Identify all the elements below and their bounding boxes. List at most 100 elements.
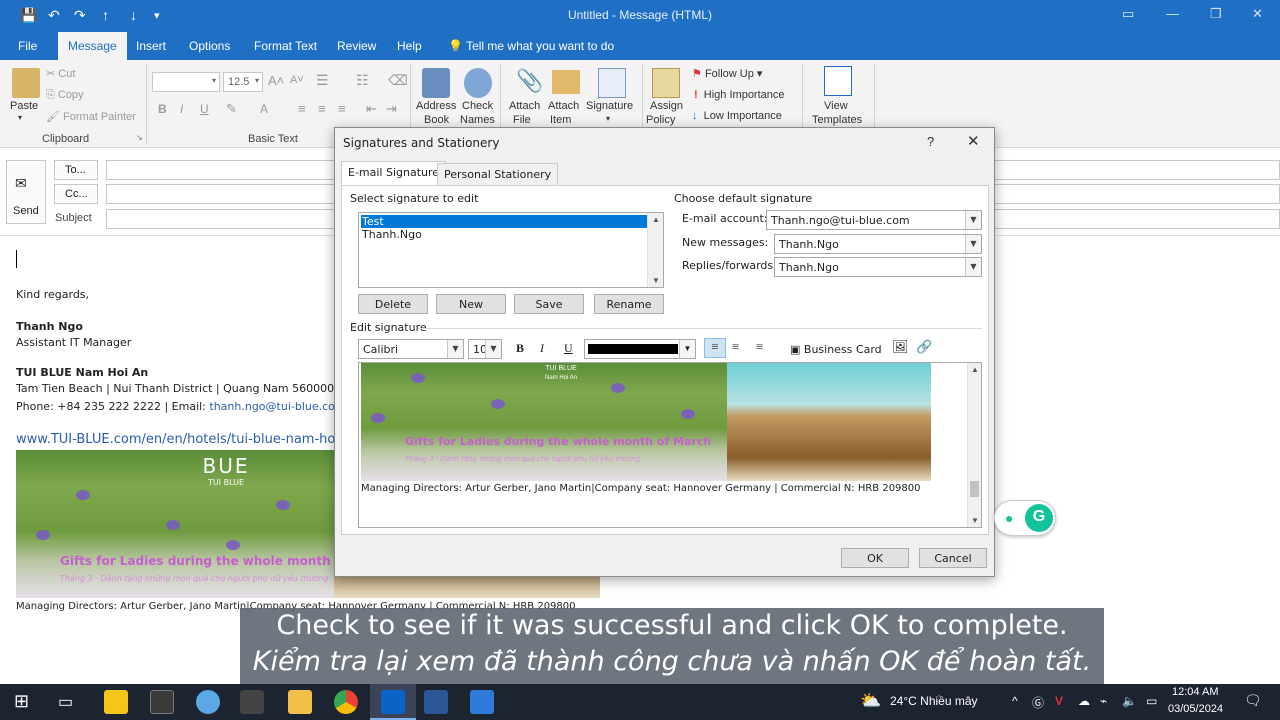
attach-file-label-1[interactable]: Attach [509,100,540,112]
email-account-select[interactable]: Thanh.ngo@tui-blue.com ▼ [766,210,982,230]
assign-policy-icon[interactable] [652,68,680,98]
tab-options[interactable]: Options [189,39,230,53]
view-templates-label-1[interactable]: View [824,100,848,112]
paperclip-icon[interactable]: 📎 [516,68,543,94]
paste-icon[interactable] [12,68,40,98]
website-link[interactable]: www.TUI-BLUE.com/en/en/hotels/tui-blue-n… [16,432,335,447]
tab-email-signature[interactable]: E-mail Signature [341,161,447,186]
to-button[interactable]: To... [54,160,98,180]
tab-format-text[interactable]: Format Text [254,39,317,53]
send-button[interactable]: ✉ Send [6,160,46,224]
help-icon[interactable]: ? [927,134,934,149]
app-icon[interactable] [150,690,174,714]
copy-button[interactable]: ⎘ Copy [46,89,84,102]
tab-insert[interactable]: Insert [136,39,166,53]
cancel-button[interactable]: Cancel [919,548,987,568]
file-explorer-icon[interactable] [288,690,312,714]
font-color-select[interactable]: ▼ [584,339,696,359]
clipboard-launcher-icon[interactable]: ↘ [136,133,143,142]
task-view-icon[interactable]: ▭ [58,692,73,712]
tab-message[interactable]: Message [58,32,127,60]
ok-button[interactable]: OK [841,548,909,568]
assign-policy-label-2[interactable]: Policy [646,114,675,126]
tab-review[interactable]: Review [337,39,376,53]
cut-button[interactable]: ✂ Cut [46,67,75,80]
attach-item-label-2[interactable]: Item [550,114,571,126]
clock-date[interactable]: 03/05/2024 [1168,703,1223,715]
grammarly-tray-icon[interactable]: Ⓖ [1032,694,1044,711]
check-names-label-2[interactable]: Names [460,114,495,126]
word-icon[interactable] [424,690,448,714]
grow-font-icon[interactable]: A˄ [268,73,284,88]
business-card-button[interactable]: ▣ Business Card [790,343,882,356]
address-book-label-1[interactable]: Address [416,100,456,112]
align-center-button[interactable]: ≡ [732,339,739,355]
underline-button[interactable]: U [564,341,573,356]
tab-file[interactable]: File [18,39,37,53]
view-templates-label-2[interactable]: Templates [812,114,862,126]
align-right-button[interactable]: ≡ [756,339,763,355]
notifications-icon[interactable]: 🗨 [1244,692,1262,709]
ribbon-display-icon[interactable]: ▭ [1122,6,1134,22]
cc-button[interactable]: Cc... [54,184,98,204]
delete-button[interactable]: Delete [358,294,428,314]
network-icon[interactable]: ▭ [1146,694,1157,708]
replies-forwards-select[interactable]: Thanh.Ngo ▼ [774,257,982,277]
dialog-close-icon[interactable]: ✕ [967,132,980,150]
bullets-icon[interactable]: ☰ [316,72,329,89]
outlook-taskbar-button[interactable] [370,684,416,720]
sticky-notes-icon[interactable] [104,690,128,714]
windows-app-icon[interactable] [470,690,494,714]
low-importance-button[interactable]: ↓ Low Importance [692,110,782,122]
grammarly-icon[interactable]: G [1025,504,1053,532]
font-size-combo[interactable]: 12.5 ▾ [223,72,263,92]
align-left-button[interactable]: ≡ [704,338,726,358]
attach-file-label-2[interactable]: File [513,114,531,126]
highlight-icon[interactable]: ✎ [226,101,237,117]
grammarly-pin-icon[interactable]: ● [1005,510,1013,526]
bold-icon[interactable]: B [158,102,167,116]
signature-icon[interactable] [598,68,626,98]
hyperlink-icon[interactable]: 🔗 [916,339,932,355]
onedrive-icon[interactable]: ☁ [1078,694,1090,708]
font-size-select[interactable]: 10 ▼ [468,339,502,359]
align-right-icon[interactable]: ≡ [338,101,346,116]
show-hidden-icons[interactable]: ^ [1012,694,1018,708]
weather-icon[interactable]: ⛅ [860,691,881,711]
assign-policy-label-1[interactable]: Assign [650,100,683,112]
clock-time[interactable]: 12:04 AM [1172,686,1218,698]
chrome-icon[interactable] [334,690,358,714]
scroll-thumb[interactable] [970,481,979,497]
view-templates-icon[interactable] [824,66,852,96]
check-names-icon[interactable] [464,68,492,98]
align-left-icon[interactable]: ≡ [298,101,306,116]
vivaldi-tray-icon[interactable]: V [1055,694,1063,708]
align-center-icon[interactable]: ≡ [318,101,326,116]
list-scrollbar[interactable]: ▲ ▼ [647,213,663,287]
numbering-icon[interactable]: ☷ [356,72,369,89]
tell-me-search[interactable]: 💡 Tell me what you want to do [448,39,614,53]
bold-button[interactable]: B [516,341,524,356]
signature-item-test[interactable]: Test [361,215,647,228]
new-button[interactable]: New [436,294,506,314]
editor-scrollbar[interactable]: ▲ ▼ [967,363,981,527]
attach-item-icon[interactable] [552,70,580,94]
new-messages-select[interactable]: Thanh.Ngo ▼ [774,234,982,254]
minimize-icon[interactable]: — [1166,6,1179,21]
signature-editor[interactable]: TUI BLUE Nam Hoi An Gifts for Ladies dur… [358,362,982,528]
paste-dropdown-icon[interactable]: ▾ [18,113,22,122]
remote-desktop-icon[interactable] [240,690,264,714]
font-color-icon[interactable]: A [260,102,268,116]
font-select[interactable]: Calibri ▼ [358,339,464,359]
attach-item-label-1[interactable]: Attach [548,100,579,112]
signature-dropdown-icon[interactable]: ▾ [606,114,610,123]
signature-list[interactable]: Test Thanh.Ngo ▲ ▼ [358,212,664,288]
speaker-icon[interactable]: 🔈 [1122,694,1137,708]
paste-button[interactable]: Paste [10,100,38,112]
maximize-icon[interactable]: ❐ [1210,6,1222,22]
italic-icon[interactable]: I [180,102,183,116]
clear-format-icon[interactable]: ⌫ [388,72,408,89]
high-importance-button[interactable]: ! High Importance [694,89,785,101]
follow-up-button[interactable]: ⚑ Follow Up ▾ [692,67,762,80]
tab-personal-stationery[interactable]: Personal Stationery [437,163,559,185]
